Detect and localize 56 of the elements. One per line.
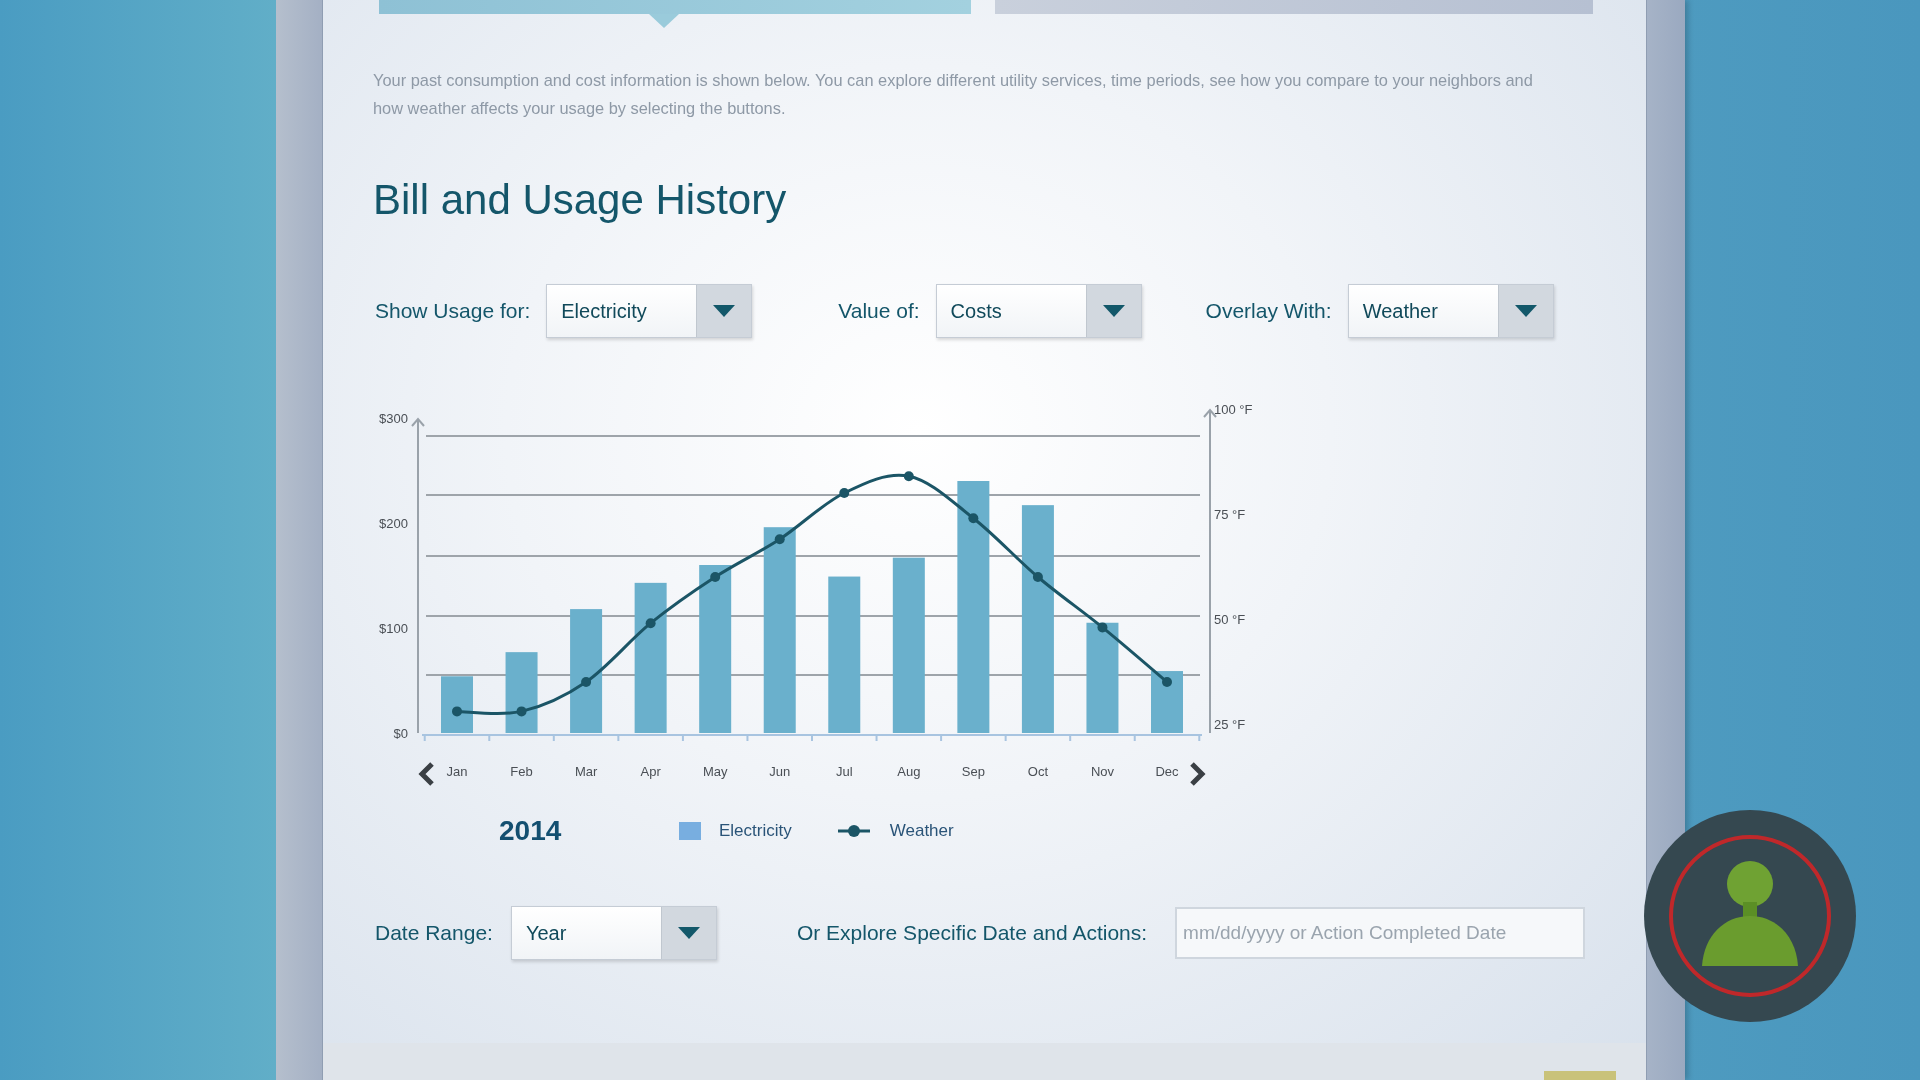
x-tick-label: May <box>702 764 728 779</box>
date-input-field[interactable]: mm/dd/yyyy or Action Completed Date <box>1175 907 1586 959</box>
x-tick-label: Feb <box>510 764 533 779</box>
y-tick-label: $0 <box>393 726 408 741</box>
filter-label: Overlay With: <box>1205 299 1332 323</box>
dropdown[interactable]: Costs <box>935 284 1142 338</box>
y-tick-label: 75 °F <box>1214 507 1246 522</box>
y-tick-label: $200 <box>379 516 408 531</box>
explore-label: Or Explore Specific Date and Actions: <box>796 921 1148 945</box>
caret-icon <box>1102 305 1125 317</box>
legend-label: Electricity <box>719 821 792 841</box>
point <box>1162 677 1172 687</box>
y-tick-label: $300 <box>379 411 408 426</box>
x-tick-label: Jan <box>446 764 468 779</box>
point <box>710 572 721 582</box>
x-tick-label: Sep <box>961 764 985 779</box>
bar <box>1151 671 1183 733</box>
page-title: Bill and Usage History <box>373 176 788 224</box>
legend-swatch-icon <box>679 822 701 840</box>
dropdown[interactable]: Year <box>510 906 717 960</box>
x-tick-label: Oct <box>1027 764 1049 779</box>
dropdown[interactable]: Weather <box>1347 284 1554 338</box>
point <box>645 618 656 629</box>
point <box>1032 572 1043 582</box>
dropdown[interactable]: Electricity <box>546 284 753 338</box>
point <box>581 677 592 687</box>
legend-line-icon <box>835 822 872 840</box>
point <box>903 471 914 482</box>
x-tick-label: Jun <box>769 764 791 779</box>
legend-label: Weather <box>889 821 954 841</box>
x-tick-label: Apr <box>640 764 661 779</box>
user-button[interactable] <box>1642 808 1858 1024</box>
x-tick-label: Jul <box>835 764 853 779</box>
caret-icon <box>677 927 700 939</box>
point <box>968 513 979 524</box>
x-tick-label: Aug <box>897 764 921 779</box>
point <box>452 706 462 717</box>
intro-text: Your past consumption and cost information is shown below. You can explore different utility services, time periods, see how you compare to your neighbors and how weather affects your usage by selecting the buttons. <box>373 70 1534 119</box>
bar <box>441 676 473 733</box>
point <box>839 488 850 498</box>
y-tick-label: 25 °F <box>1214 717 1246 732</box>
filter-label: Value of: <box>838 299 920 323</box>
point <box>774 534 785 545</box>
caret-icon <box>1514 305 1537 317</box>
filter-label: Show Usage for: <box>375 299 531 323</box>
y-tick-label: $100 <box>379 621 408 636</box>
point <box>516 706 527 717</box>
date-range-label: Date Range: <box>375 921 493 945</box>
y-tick-label: 50 °F <box>1214 612 1246 627</box>
x-tick-label: Nov <box>1090 764 1114 779</box>
x-tick-label: Mar <box>574 764 598 779</box>
y-tick-label: 100 °F <box>1214 402 1253 417</box>
year-label: 2014 <box>499 815 563 847</box>
x-tick-label: Dec <box>1155 764 1179 779</box>
caret-icon <box>713 305 736 317</box>
point <box>1097 622 1108 633</box>
